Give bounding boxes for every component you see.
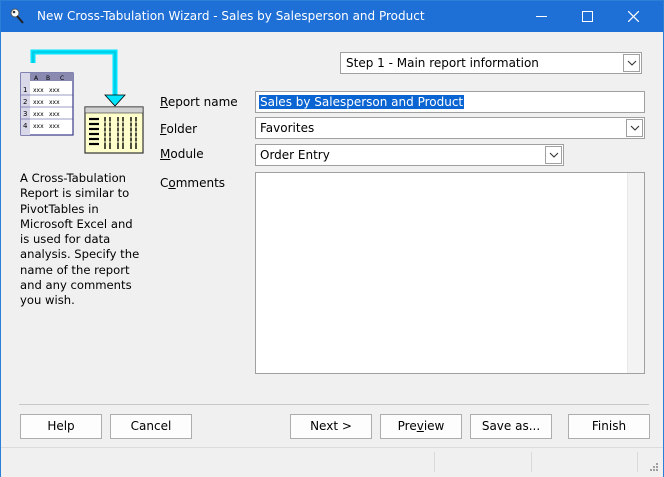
cancel-button[interactable]: Cancel bbox=[110, 414, 192, 439]
maximize-icon bbox=[582, 11, 593, 22]
report-name-input[interactable]: Sales by Salesperson and Product bbox=[255, 91, 645, 113]
title-bar[interactable]: New Cross-Tabulation Wizard - Sales by S… bbox=[1, 1, 663, 32]
minimize-icon bbox=[536, 16, 547, 17]
status-bar bbox=[1, 447, 663, 477]
button-separator bbox=[19, 404, 649, 405]
chevron-down-icon bbox=[630, 125, 640, 131]
status-pane-divider bbox=[637, 452, 638, 472]
svg-text:xxx: xxx bbox=[33, 111, 44, 118]
folder-select[interactable]: Favorites bbox=[255, 117, 645, 139]
svg-text:xxx: xxx bbox=[33, 123, 44, 130]
next-button[interactable]: Next > bbox=[290, 414, 372, 439]
svg-text:2: 2 bbox=[23, 98, 27, 106]
step-dropdown-button[interactable] bbox=[623, 54, 640, 72]
preview-button[interactable]: Preview bbox=[380, 414, 462, 439]
module-label: Module bbox=[160, 147, 204, 161]
status-pane-divider bbox=[531, 452, 532, 472]
window-title: New Cross-Tabulation Wizard - Sales by S… bbox=[37, 9, 425, 23]
module-select[interactable]: Order Entry bbox=[255, 144, 564, 166]
svg-text:xxx: xxx bbox=[33, 99, 44, 106]
help-button[interactable]: Help bbox=[20, 414, 102, 439]
svg-text:xxx: xxx bbox=[49, 87, 60, 94]
wizard-window: New Cross-Tabulation Wizard - Sales by S… bbox=[0, 0, 664, 477]
folder-dropdown-button[interactable] bbox=[626, 119, 643, 137]
svg-text:xxx: xxx bbox=[49, 99, 60, 106]
save-as-button[interactable]: Save as... bbox=[470, 414, 552, 439]
comments-scrollbar[interactable] bbox=[627, 173, 644, 373]
close-icon bbox=[628, 11, 639, 22]
folder-label: Folder bbox=[160, 122, 198, 136]
status-pane-divider bbox=[434, 452, 435, 472]
resize-grip-icon[interactable] bbox=[649, 462, 659, 472]
svg-text:xxx: xxx bbox=[49, 123, 60, 130]
wizard-wand-icon bbox=[10, 8, 24, 24]
chevron-down-icon bbox=[627, 60, 637, 66]
close-button[interactable] bbox=[611, 1, 657, 32]
help-description: A Cross-Tabulation Report is similar to … bbox=[20, 171, 140, 308]
step-select[interactable]: Step 1 - Main report information bbox=[340, 52, 642, 74]
module-value: Order Entry bbox=[260, 148, 330, 162]
comments-label: Comments bbox=[160, 176, 226, 190]
report-name-value: Sales by Salesperson and Product bbox=[259, 95, 465, 109]
svg-text:3: 3 bbox=[23, 110, 27, 118]
svg-text:1: 1 bbox=[23, 86, 27, 94]
module-dropdown-button[interactable] bbox=[545, 146, 562, 164]
maximize-button[interactable] bbox=[565, 1, 611, 32]
report-name-label: Report name bbox=[160, 95, 238, 109]
svg-text:B: B bbox=[46, 75, 50, 82]
chevron-down-icon bbox=[549, 152, 559, 158]
comments-textarea[interactable] bbox=[255, 172, 645, 374]
svg-text:xxx: xxx bbox=[49, 111, 60, 118]
svg-text:C: C bbox=[60, 75, 64, 82]
minimize-button[interactable] bbox=[519, 1, 565, 32]
svg-text:4: 4 bbox=[23, 122, 28, 130]
crosstab-illustration: A B C 1 2 3 4 xxx xxx xxx xxx xxx xxx xxx xx… bbox=[20, 49, 144, 154]
folder-value: Favorites bbox=[260, 121, 315, 135]
step-select-value: Step 1 - Main report information bbox=[346, 56, 539, 70]
finish-button[interactable]: Finish bbox=[568, 414, 650, 439]
svg-text:xxx: xxx bbox=[33, 87, 44, 94]
